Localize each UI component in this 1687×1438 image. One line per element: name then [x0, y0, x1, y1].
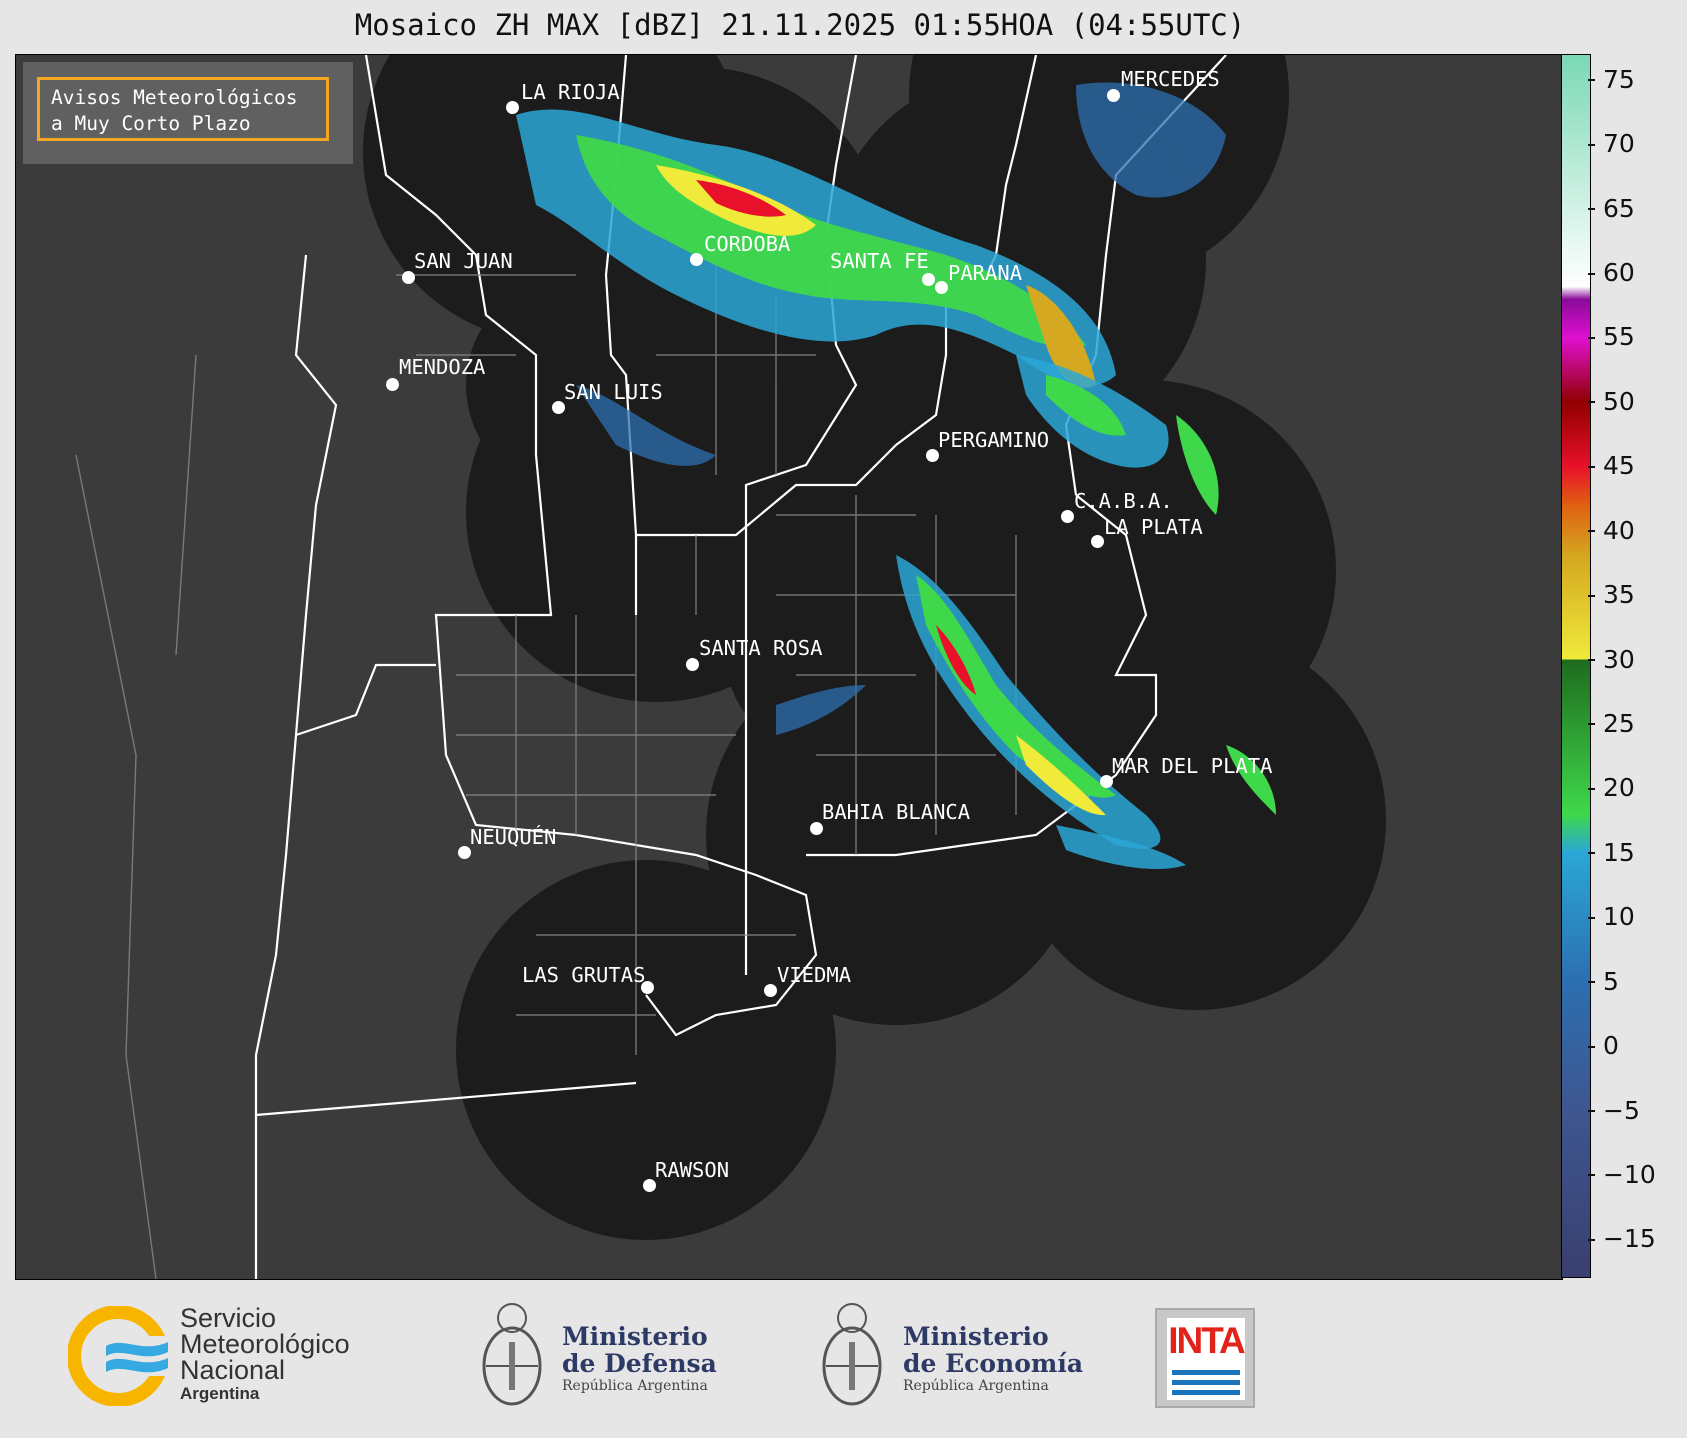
- economia-seal-icon: [822, 1303, 882, 1406]
- city-label-viedma: VIEDMA: [777, 963, 852, 987]
- warning-notice-box[interactable]: Avisos Meteorológicos a Muy Corto Plazo: [23, 62, 353, 164]
- city-label-las-grutas: LAS GRUTAS: [522, 963, 646, 987]
- colorbar-tick-text: 60: [1603, 258, 1635, 288]
- defensa-line-2: de Defensa: [562, 1349, 717, 1378]
- city-label-la-plata: LA PLATA: [1104, 515, 1203, 539]
- city-dot-caba: [1061, 510, 1074, 523]
- colorbar-tick-label: 35: [1588, 580, 1635, 610]
- colorbar-tick-text: −5: [1603, 1095, 1640, 1125]
- colorbar-tick-text: 10: [1603, 902, 1635, 932]
- colorbar-tick-text: 40: [1603, 515, 1635, 545]
- city-dot-la-plata: [1091, 535, 1104, 548]
- city-dot-santa-fe: [922, 273, 935, 286]
- city-dot-mendoza: [386, 378, 399, 391]
- colorbar-tick-label: −10: [1588, 1159, 1656, 1189]
- colorbar-tick-label: 20: [1588, 773, 1635, 803]
- colorbar-tick-label: 60: [1588, 258, 1635, 288]
- warning-notice-label[interactable]: Avisos Meteorológicos a Muy Corto Plazo: [37, 77, 329, 141]
- city-label-bahia-blanca: BAHIA BLANCA: [822, 800, 971, 824]
- inta-bar-1: [1172, 1370, 1240, 1375]
- city-label-cordoba: CORDOBA: [704, 232, 791, 256]
- city-label-santa-rosa: SANTA ROSA: [699, 636, 823, 660]
- colorbar-tick-label: 75: [1588, 64, 1635, 94]
- inta-logo-panel: INTA: [1167, 1318, 1246, 1400]
- colorbar-tick-text: 55: [1603, 322, 1635, 352]
- colorbar-tick-label: 55: [1588, 322, 1635, 352]
- inta-logo: INTA: [1155, 1308, 1255, 1408]
- smn-logo-text: Servicio Meteorológico Nacional Argentin…: [180, 1305, 350, 1405]
- inta-logo-word: INTA: [1168, 1320, 1246, 1361]
- smn-line-3: Nacional: [180, 1355, 286, 1385]
- defensa-seal-icon: [482, 1303, 542, 1406]
- city-dot-parana: [935, 281, 948, 294]
- defensa-logo-text: Ministerio de Defensa República Argentin…: [562, 1323, 717, 1395]
- colorbar-tick-text: 30: [1603, 644, 1635, 674]
- logos-footer: Servicio Meteorológico Nacional Argentin…: [0, 1278, 1687, 1438]
- colorbar-tick-text: 50: [1603, 386, 1635, 416]
- colorbar-tick-label: 30: [1588, 644, 1635, 674]
- colorbar-tick-label: 65: [1588, 193, 1635, 223]
- colorbar-tick-text: −10: [1603, 1159, 1656, 1189]
- dbz-colorbar: [1561, 54, 1591, 1278]
- city-label-san-juan: SAN JUAN: [414, 249, 513, 273]
- defensa-line-1: Ministerio: [562, 1322, 708, 1351]
- city-dot-santa-rosa: [686, 658, 699, 671]
- smn-line-4: Argentina: [180, 1384, 260, 1403]
- city-label-santa-fe: SANTA FE: [830, 249, 929, 273]
- colorbar-tick-label: 25: [1588, 708, 1635, 738]
- colorbar-tick-label: 15: [1588, 837, 1635, 867]
- city-dot-la-rioja: [506, 101, 519, 114]
- colorbar-tick-text: 5: [1603, 966, 1619, 996]
- smn-line-2: Meteorológico: [180, 1329, 350, 1359]
- economia-logo-text: Ministerio de Economía República Argenti…: [903, 1323, 1083, 1395]
- colorbar-tick-text: 75: [1603, 64, 1635, 94]
- colorbar-tick-label: 10: [1588, 902, 1635, 932]
- city-label-mendoza: MENDOZA: [399, 355, 486, 379]
- colorbar-tick-text: −15: [1603, 1224, 1656, 1254]
- economia-line-2: de Economía: [903, 1349, 1084, 1378]
- colorbar-tick-label: −5: [1588, 1095, 1640, 1125]
- colorbar-tick-text: 65: [1603, 193, 1635, 223]
- map-title: Mosaico ZH MAX [dBZ] 21.11.2025 01:55HOA…: [354, 8, 1246, 42]
- notice-line-2: a Muy Corto Plazo: [51, 112, 251, 135]
- city-label-la-rioja: LA RIOJA: [521, 80, 620, 104]
- city-label-neuquen: NEUQUÉN: [470, 825, 557, 849]
- inta-bar-3: [1172, 1390, 1240, 1395]
- colorbar-tick-text: 25: [1603, 708, 1635, 738]
- colorbar-tick-label: 50: [1588, 386, 1635, 416]
- inta-bar-2: [1172, 1380, 1240, 1385]
- economia-line-1: Ministerio: [903, 1322, 1049, 1351]
- city-dot-cordoba: [690, 253, 703, 266]
- city-label-mar-del-plata: MAR DEL PLATA: [1112, 754, 1273, 778]
- colorbar-tick-label: −15: [1588, 1224, 1656, 1254]
- defensa-line-3: República Argentina: [562, 1378, 708, 1394]
- colorbar-tick-text: 70: [1603, 129, 1635, 159]
- economia-line-3: República Argentina: [903, 1378, 1049, 1394]
- colorbar-tick-label: 5: [1588, 966, 1619, 996]
- notice-line-1: Avisos Meteorológicos: [51, 86, 298, 109]
- city-label-pergamino: PERGAMINO: [938, 428, 1050, 452]
- city-label-rawson: RAWSON: [655, 1158, 730, 1182]
- colorbar-tick-label: 70: [1588, 129, 1635, 159]
- colorbar-tick-label: 0: [1588, 1031, 1619, 1061]
- colorbar-tick-text: 45: [1603, 451, 1635, 481]
- colorbar-tick-label: 40: [1588, 515, 1635, 545]
- city-label-caba: C.A.B.A.: [1074, 489, 1173, 513]
- smn-logo-icon: [68, 1306, 172, 1406]
- colorbar-tick-text: 0: [1603, 1031, 1619, 1061]
- city-label-san-luis: SAN LUIS: [564, 380, 663, 404]
- colorbar-tick-text: 15: [1603, 837, 1635, 867]
- colorbar-tick-label: 45: [1588, 451, 1635, 481]
- radar-map: Avisos Meteorológicos a Muy Corto Plazo …: [15, 54, 1563, 1280]
- city-dot-mercedes: [1107, 89, 1120, 102]
- smn-line-1: Servicio: [180, 1303, 277, 1333]
- city-dot-viedma: [764, 984, 777, 997]
- city-label-parana: PARANA: [948, 261, 1023, 285]
- colorbar-tick-text: 35: [1603, 580, 1635, 610]
- city-label-mercedes: MERCEDES: [1121, 67, 1220, 91]
- colorbar-tick-text: 20: [1603, 773, 1635, 803]
